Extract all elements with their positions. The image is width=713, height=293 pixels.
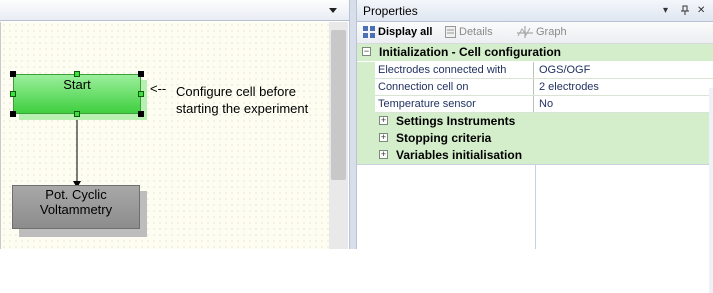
property-row-connection[interactable]: Connection cell on 2 electrodes xyxy=(357,79,713,96)
details-button[interactable]: Details xyxy=(445,25,493,40)
annotation-text: Configure cell before starting the exper… xyxy=(176,84,309,116)
pin-icon[interactable] xyxy=(680,5,690,16)
property-row-electrodes[interactable]: Electrodes connected with OGS/OGF xyxy=(357,62,713,79)
graph-label: Graph xyxy=(536,26,567,38)
category-label: Variables initialisation xyxy=(396,148,523,162)
property-grid: − Initialization - Cell configuration El… xyxy=(357,44,713,293)
dropdown-arrow-icon[interactable] xyxy=(326,4,340,16)
dropdown-icon[interactable]: ▾ xyxy=(663,5,668,16)
editor-header xyxy=(0,0,352,21)
panel-edge xyxy=(709,88,713,293)
resize-handle[interactable] xyxy=(10,111,16,117)
panel-splitter[interactable] xyxy=(349,0,357,249)
properties-toolbar: Display all Details Graph xyxy=(357,22,713,44)
category-label: Settings Instruments xyxy=(396,114,516,128)
row-gutter xyxy=(357,62,375,79)
display-all-label: Display all xyxy=(378,26,433,38)
property-value[interactable]: 2 electrodes xyxy=(535,79,599,95)
row-gutter xyxy=(357,96,375,113)
category-label: Stopping criteria xyxy=(396,131,492,145)
procedure-editor: Start <-- Configure cell before starting… xyxy=(0,0,352,249)
details-label: Details xyxy=(459,26,493,38)
properties-title-bar: Properties ▾ ✕ xyxy=(357,0,713,22)
start-node[interactable]: Start xyxy=(13,74,141,114)
cyclic-voltammetry-node[interactable]: Pot. Cyclic Voltammetry xyxy=(12,185,140,229)
resize-handle[interactable] xyxy=(138,91,144,97)
resize-handle[interactable] xyxy=(74,71,80,77)
resize-handle[interactable] xyxy=(10,91,16,97)
graph-button[interactable]: Graph xyxy=(517,25,567,40)
row-gutter xyxy=(357,79,375,96)
expand-icon[interactable]: + xyxy=(379,133,388,142)
property-row-temperature[interactable]: Temperature sensor No xyxy=(357,96,713,113)
graph-icon xyxy=(517,26,533,39)
category-variables-initialisation[interactable]: + Variables initialisation xyxy=(357,147,713,164)
collapse-icon[interactable]: − xyxy=(362,47,371,56)
display-all-button[interactable]: Display all xyxy=(363,25,432,40)
category-stopping-criteria[interactable]: + Stopping criteria xyxy=(357,130,713,147)
property-grid-empty-area xyxy=(357,164,713,249)
property-value[interactable]: No xyxy=(535,96,553,112)
category-label: Initialization - Cell configuration xyxy=(379,45,561,59)
resize-handle[interactable] xyxy=(10,71,16,77)
property-name: Electrodes connected with xyxy=(375,62,534,78)
resize-handle[interactable] xyxy=(138,71,144,77)
category-settings-instruments[interactable]: + Settings Instruments xyxy=(357,113,713,130)
close-icon[interactable]: ✕ xyxy=(697,5,705,16)
property-value[interactable]: OGS/OGF xyxy=(535,62,590,78)
category-initialization[interactable]: − Initialization - Cell configuration xyxy=(357,44,713,61)
resize-handle[interactable] xyxy=(138,111,144,117)
details-icon xyxy=(445,26,456,39)
cv-node-label: Pot. Cyclic Voltammetry xyxy=(39,187,113,217)
grid-column-separator xyxy=(535,164,536,249)
expand-icon[interactable]: + xyxy=(379,116,388,125)
annotation-arrow: <-- xyxy=(150,81,167,96)
display-all-icon xyxy=(363,26,375,39)
expand-icon[interactable]: + xyxy=(379,150,388,159)
property-name: Connection cell on xyxy=(375,79,534,95)
property-name: Temperature sensor xyxy=(375,96,534,112)
resize-handle[interactable] xyxy=(74,111,80,117)
scrollbar-thumb[interactable] xyxy=(331,30,346,180)
properties-panel: Properties ▾ ✕ Display all Details Graph… xyxy=(357,0,713,293)
vertical-scrollbar[interactable] xyxy=(329,22,348,249)
panel-title: Properties xyxy=(363,4,418,18)
start-node-label: Start xyxy=(63,77,91,92)
